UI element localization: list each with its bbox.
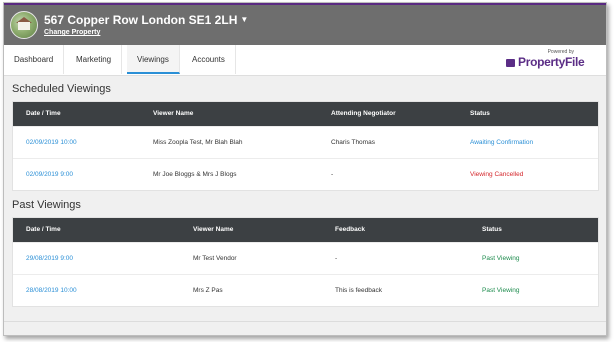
column-header-datetime: Date / Time [26, 226, 61, 233]
viewer-name: Miss Zoopla Test, Mr Blah Blah [153, 139, 243, 146]
tab-accounts[interactable]: Accounts [182, 45, 236, 74]
column-header-status: Status [482, 226, 502, 233]
past-viewings-table: Date / Time Viewer Name Feedback Status … [12, 217, 599, 307]
property-selector[interactable]: 567 Copper Row London SE1 2LH ▼ [44, 13, 248, 27]
status-badge: Viewing Cancelled [470, 171, 524, 178]
propertyfile-logo-icon [506, 59, 515, 67]
viewing-datetime-link[interactable]: 02/09/2019 9:00 [26, 159, 73, 190]
table-row[interactable]: 28/08/2019 10:00 Mrs Z Pas This is feedb… [13, 274, 598, 306]
footer-divider [4, 321, 606, 322]
viewer-name: Mr Joe Bloggs & Mrs J Blogs [153, 171, 237, 178]
table-row[interactable]: 02/09/2019 9:00 Mr Joe Bloggs & Mrs J Bl… [13, 158, 598, 190]
column-header-viewer: Viewer Name [193, 226, 234, 233]
property-header: 567 Copper Row London SE1 2LH ▼ Change Pr… [4, 3, 606, 45]
change-property-link[interactable]: Change Property [44, 29, 100, 36]
table-row[interactable]: 29/08/2019 9:00 Mr Test Vendor - Past Vi… [13, 242, 598, 274]
column-header-status: Status [470, 110, 490, 117]
negotiator-name: - [331, 171, 334, 178]
chevron-down-icon: ▼ [240, 15, 249, 24]
tab-viewings[interactable]: Viewings [127, 45, 180, 74]
tab-marketing[interactable]: Marketing [66, 45, 123, 74]
viewing-datetime-link[interactable]: 02/09/2019 10:00 [26, 127, 77, 158]
column-header-viewer: Viewer Name [153, 110, 194, 117]
viewer-name: Mr Test Vendor [193, 255, 237, 262]
brand-name: PropertyFile [518, 55, 585, 69]
tab-bar: Dashboard Marketing Viewings Accounts Po… [4, 45, 606, 76]
app-window: 567 Copper Row London SE1 2LH ▼ Change Pr… [3, 2, 607, 336]
scheduled-viewings-title: Scheduled Viewings [12, 83, 111, 95]
propertyfile-logo: Powered by PropertyFile [506, 49, 598, 71]
status-badge: Awaiting Confirmation [470, 139, 534, 146]
column-header-feedback: Feedback [335, 226, 365, 233]
viewing-datetime-link[interactable]: 29/08/2019 9:00 [26, 243, 73, 274]
property-title: 567 Copper Row London SE1 2LH [44, 13, 238, 27]
feedback-text: - [335, 255, 338, 262]
table-header: Date / Time Viewer Name Feedback Status [13, 218, 598, 242]
status-badge: Past Viewing [482, 255, 520, 262]
viewer-name: Mrs Z Pas [193, 287, 223, 294]
column-header-datetime: Date / Time [26, 110, 61, 117]
column-header-negotiator: Attending Negotiator [331, 110, 396, 117]
table-row[interactable]: 02/09/2019 10:00 Miss Zoopla Test, Mr Bl… [13, 126, 598, 158]
past-viewings-title: Past Viewings [12, 199, 81, 211]
feedback-text: This is feedback [335, 287, 382, 294]
house-icon-body [18, 22, 30, 30]
viewing-datetime-link[interactable]: 28/08/2019 10:00 [26, 275, 77, 306]
negotiator-name: Charis Thomas [331, 139, 375, 146]
status-badge: Past Viewing [482, 287, 520, 294]
tab-dashboard[interactable]: Dashboard [4, 45, 65, 74]
property-avatar[interactable] [10, 11, 38, 39]
scheduled-viewings-table: Date / Time Viewer Name Attending Negoti… [12, 101, 599, 191]
table-header: Date / Time Viewer Name Attending Negoti… [13, 102, 598, 126]
